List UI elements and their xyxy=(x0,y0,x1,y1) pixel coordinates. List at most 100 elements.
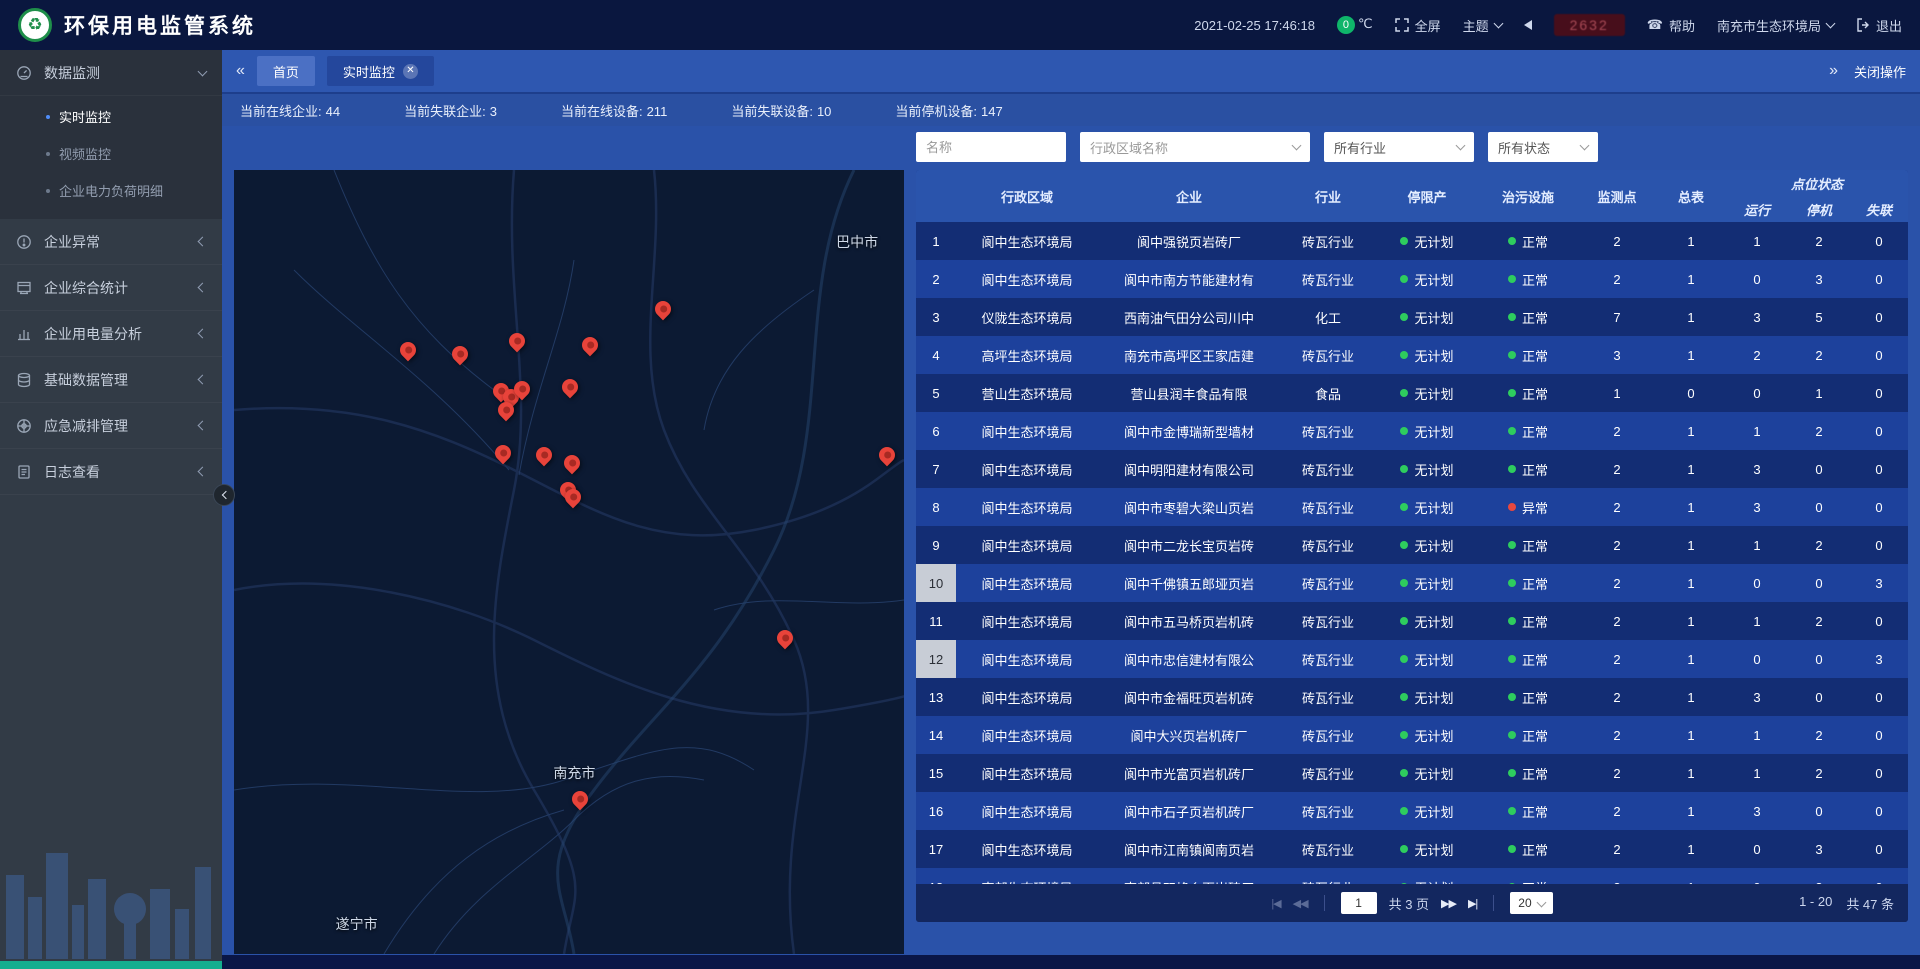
announcement-prev-button[interactable] xyxy=(1524,20,1532,30)
status-text: 无计划 xyxy=(1414,650,1453,669)
sidebar-subitem[interactable]: 视频监控 xyxy=(0,135,222,172)
table-row[interactable]: 11阆中生态环境局阆中市五马桥页岩机砖砖瓦行业无计划正常21120 xyxy=(916,602,1908,640)
page-number-input[interactable]: 1 xyxy=(1341,892,1377,914)
table-row[interactable]: 3仪陇生态环境局西南油气田分公司川中化工无计划正常71350 xyxy=(916,298,1908,336)
tabs-scroll-right-icon[interactable]: » xyxy=(1829,63,1838,79)
name-filter[interactable] xyxy=(916,132,1066,162)
table-row[interactable]: 15阆中生态环境局阆中市光富页岩机砖厂砖瓦行业无计划正常21120 xyxy=(916,754,1908,792)
tabs-scroll-left-icon[interactable]: « xyxy=(236,63,245,79)
sidebar-item-label: 数据监测 xyxy=(44,63,199,83)
stat-label: 当前失联设备: xyxy=(731,104,813,119)
region-filter-select[interactable]: 行政区域名称 xyxy=(1080,132,1310,162)
facility-status: 正常 xyxy=(1508,460,1548,479)
cell-company: 西南油气田分公司川中 xyxy=(1098,298,1280,336)
first-page-button[interactable]: |◀ xyxy=(1271,897,1280,910)
sidebar-bottom-strip xyxy=(0,961,222,969)
table-row[interactable]: 13阆中生态环境局阆中市金福旺页岩机砖砖瓦行业无计划正常21300 xyxy=(916,678,1908,716)
table-row[interactable]: 16阆中生态环境局阆中市石子页岩机砖厂砖瓦行业无计划正常21300 xyxy=(916,792,1908,830)
cell-meters: 1 xyxy=(1656,678,1726,716)
stat-value: 44 xyxy=(326,104,340,119)
table-row[interactable]: 2阆中生态环境局阆中市南方节能建材有砖瓦行业无计划正常21030 xyxy=(916,260,1908,298)
facility-status: 正常 xyxy=(1508,764,1548,783)
cell-region: 营山生态环境局 xyxy=(956,374,1098,412)
cell-run: 3 xyxy=(1726,488,1788,526)
cell-lost: 0 xyxy=(1850,222,1908,260)
table-row[interactable]: 7阆中生态环境局阆中明阳建材有限公司砖瓦行业无计划正常21300 xyxy=(916,450,1908,488)
table-row[interactable]: 9阆中生态环境局阆中市二龙长宝页岩砖砖瓦行业无计划正常21120 xyxy=(916,526,1908,564)
table-row[interactable]: 14阆中生态环境局阆中大兴页岩机砖厂砖瓦行业无计划正常21120 xyxy=(916,716,1908,754)
table-row[interactable]: 18南部生态环境局南部县双峰乡页岩砖厂砖瓦行业无计划正常21030 xyxy=(916,868,1908,884)
table-row[interactable]: 4高坪生态环境局南充市高坪区王家店建砖瓦行业无计划正常31220 xyxy=(916,336,1908,374)
cell-points: 2 xyxy=(1578,830,1656,868)
table-row[interactable]: 8阆中生态环境局阆中市枣碧大梁山页岩砖瓦行业无计划异常21300 xyxy=(916,488,1908,526)
sidebar-item-label: 企业异常 xyxy=(44,232,199,252)
table-row[interactable]: 6阆中生态环境局阆中市金博瑞新型墙材砖瓦行业无计划正常21120 xyxy=(916,412,1908,450)
facility-status: 正常 xyxy=(1508,574,1548,593)
theme-dropdown[interactable]: 主题 xyxy=(1463,16,1502,35)
table-row[interactable]: 5营山生态环境局营山县润丰食品有限食品无计划正常10010 xyxy=(916,374,1908,412)
sidebar-item-1[interactable]: 企业异常 xyxy=(0,219,222,265)
tab-home[interactable]: 首页 xyxy=(257,56,315,86)
status-dot-icon xyxy=(1508,807,1516,815)
status-text: 正常 xyxy=(1522,270,1548,289)
table-row[interactable]: 17阆中生态环境局阆中市江南镇阆南页岩砖瓦行业无计划正常21030 xyxy=(916,830,1908,868)
sidebar-item-0[interactable]: 数据监测 xyxy=(0,50,222,96)
cell-run: 1 xyxy=(1726,754,1788,792)
cell-company: 阆中市光富页岩机砖厂 xyxy=(1098,754,1280,792)
cell-stop: 2 xyxy=(1788,222,1850,260)
bullet-icon xyxy=(46,115,50,119)
close-operations-button[interactable]: 关闭操作 xyxy=(1854,62,1906,81)
cell-facility: 正常 xyxy=(1478,450,1578,488)
close-icon[interactable]: ✕ xyxy=(403,64,418,79)
table-row[interactable]: 10阆中生态环境局阆中千佛镇五郎垭页岩砖瓦行业无计划正常21003 xyxy=(916,564,1908,602)
production-status: 无计划 xyxy=(1400,802,1453,821)
sidebar-item-6[interactable]: 日志查看 xyxy=(0,449,222,495)
sidebar-subitem[interactable]: 实时监控 xyxy=(0,98,222,135)
sidebar-item-5[interactable]: 应急减排管理 xyxy=(0,403,222,449)
table-row[interactable]: 1阆中生态环境局阆中强锐页岩砖厂砖瓦行业无计划正常21120 xyxy=(916,222,1908,260)
next-page-button[interactable]: ▶▶ xyxy=(1441,897,1456,910)
cell-facility: 正常 xyxy=(1478,526,1578,564)
status-text: 无计划 xyxy=(1414,764,1453,783)
production-status: 无计划 xyxy=(1400,840,1453,859)
cell-production: 无计划 xyxy=(1376,298,1478,336)
map-panel[interactable]: 巴中市南充市遂宁市 xyxy=(234,170,904,954)
name-filter-input[interactable] xyxy=(926,140,1056,155)
sidebar-item-2[interactable]: 企业综合统计 xyxy=(0,265,222,311)
table-row[interactable]: 12阆中生态环境局阆中市忠信建材有限公砖瓦行业无计划正常21003 xyxy=(916,640,1908,678)
facility-status: 正常 xyxy=(1508,346,1548,365)
cell-facility: 正常 xyxy=(1478,374,1578,412)
logout-button[interactable]: 退出 xyxy=(1856,16,1902,35)
cell-run: 0 xyxy=(1726,830,1788,868)
sidebar-item-3[interactable]: 企业用电量分析 xyxy=(0,311,222,357)
help-button[interactable]: ☎ 帮助 xyxy=(1647,16,1695,35)
status-dot-icon xyxy=(1508,389,1516,397)
page-size-select[interactable]: 20 xyxy=(1510,892,1552,914)
map-collapse-button[interactable] xyxy=(213,484,235,506)
status-text: 正常 xyxy=(1522,650,1548,669)
sidebar-subitem[interactable]: 企业电力负荷明细 xyxy=(0,172,222,209)
cell-lost: 0 xyxy=(1850,754,1908,792)
org-dropdown[interactable]: 南充市生态环境局 xyxy=(1717,16,1834,35)
status-text: 正常 xyxy=(1522,384,1548,403)
cell-meters: 1 xyxy=(1656,260,1726,298)
status-dot-icon xyxy=(1400,465,1408,473)
warning-circle-icon xyxy=(16,234,34,250)
status-dot-icon xyxy=(1400,769,1408,777)
stats-bar: 当前在线企业:44当前失联企业:3当前在线设备:211当前失联设备:10当前停机… xyxy=(222,92,1920,126)
datetime-text: 2021-02-25 17:46:18 xyxy=(1194,18,1315,33)
cell-region: 阆中生态环境局 xyxy=(956,754,1098,792)
cell-lost: 0 xyxy=(1850,678,1908,716)
sidebar-item-4[interactable]: 基础数据管理 xyxy=(0,357,222,403)
tab-realtime-monitor[interactable]: 实时监控 ✕ xyxy=(327,56,434,86)
fullscreen-button[interactable]: 全屏 xyxy=(1395,16,1441,35)
chevron-down-icon xyxy=(1493,19,1503,29)
industry-filter-select[interactable]: 所有行业 xyxy=(1324,132,1474,162)
status-filter-select[interactable]: 所有状态 xyxy=(1488,132,1598,162)
chevron-down-icon xyxy=(198,66,208,76)
last-page-button[interactable]: ▶| xyxy=(1468,897,1477,910)
sidebar-menu: 数据监测实时监控视频监控企业电力负荷明细企业异常企业综合统计企业用电量分析基础数… xyxy=(0,50,222,495)
prev-page-button[interactable]: ◀◀ xyxy=(1293,897,1308,910)
cell-region: 阆中生态环境局 xyxy=(956,222,1098,260)
cell-facility: 正常 xyxy=(1478,564,1578,602)
